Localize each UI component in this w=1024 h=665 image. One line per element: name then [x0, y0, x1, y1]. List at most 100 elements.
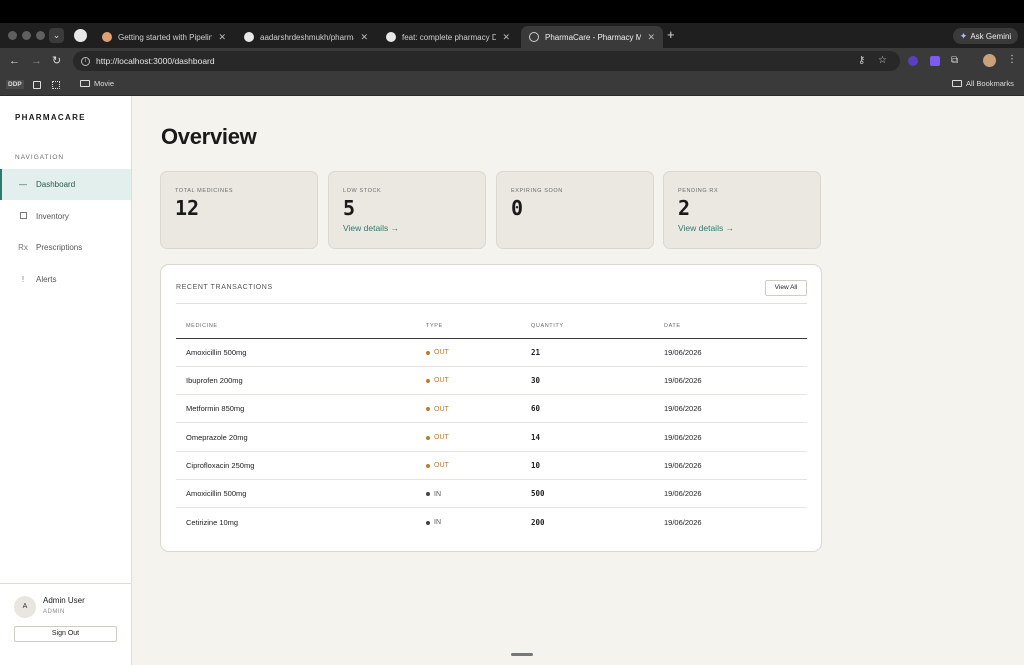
- cell-quantity: 30: [531, 366, 664, 396]
- table-row[interactable]: Cetirizine 10mg IN 200 19/06/2026: [176, 508, 807, 536]
- stat-value: 0: [511, 196, 524, 220]
- stat-card-low-stock: LOW STOCK 5 View details →: [328, 171, 486, 249]
- close-icon[interactable]: ✕: [360, 32, 368, 43]
- stat-label: EXPIRING SOON: [511, 188, 563, 194]
- table-row[interactable]: Omeprazole 20mg OUT 14 19/06/2026: [176, 422, 807, 452]
- stat-label: PENDING RX: [678, 188, 719, 194]
- sidebar-item-label: Dashboard: [36, 180, 76, 189]
- table-row[interactable]: Amoxicillin 500mg IN 500 19/06/2026: [176, 479, 807, 509]
- all-bookmarks-folder[interactable]: All Bookmarks: [952, 79, 1014, 88]
- sidebar-item-alerts[interactable]: ! Alerts: [0, 264, 131, 295]
- minimize-window-dot[interactable]: [22, 31, 31, 40]
- forward-arrow-icon[interactable]: →: [31, 54, 42, 68]
- view-details-link[interactable]: View details →: [678, 223, 734, 233]
- cell-medicine: Ibuprofen 200mg: [176, 366, 426, 396]
- cell-type: IN: [426, 479, 531, 509]
- exclamation-icon: !: [21, 275, 25, 284]
- folder-icon: [952, 80, 962, 87]
- sidebar-item-prescriptions[interactable]: Rx Prescriptions: [0, 232, 131, 263]
- nav-section-label: NAVIGATION: [15, 154, 65, 161]
- maximize-window-dot[interactable]: [36, 31, 45, 40]
- cell-quantity: 200: [531, 517, 545, 527]
- type-badge: OUT: [426, 377, 449, 384]
- transactions-body: Amoxicillin 500mg OUT 21 19/06/2026 Ibuprofe…: [176, 338, 807, 536]
- close-icon[interactable]: ✕: [218, 32, 226, 43]
- new-tab-button[interactable]: +: [667, 27, 675, 42]
- column-header-date: DATE: [664, 314, 807, 339]
- cell-date: 19/06/2026: [664, 479, 807, 509]
- bookmark-folder-movie[interactable]: Movie: [80, 79, 114, 88]
- site-info-icon[interactable]: i: [81, 56, 90, 66]
- tab-github-pr[interactable]: feat: complete pharmacy Dev ✕: [378, 26, 518, 48]
- extension-icon[interactable]: [930, 56, 940, 66]
- ddp-bookmark[interactable]: DDP: [6, 80, 24, 89]
- type-label: OUT: [434, 349, 449, 357]
- sidebar-item-label: Prescriptions: [36, 243, 83, 252]
- user-role: ADMIN: [43, 609, 65, 615]
- type-badge: IN: [426, 519, 441, 526]
- stat-value: 2: [678, 196, 691, 220]
- type-badge: OUT: [426, 462, 449, 469]
- github-icon[interactable]: [74, 29, 87, 42]
- cell-date: 19/06/2026: [664, 338, 807, 367]
- cell-type: OUT: [426, 422, 531, 452]
- close-icon[interactable]: ✕: [502, 32, 510, 43]
- extension-icon[interactable]: [908, 56, 918, 66]
- table-row[interactable]: Metformin 850mg OUT 60 19/06/2026: [176, 394, 807, 424]
- github-icon: [386, 32, 396, 42]
- cell-quantity: 21: [531, 338, 664, 367]
- cell-medicine: Cetirizine 10mg: [186, 517, 239, 527]
- recent-transactions-card: RECENT TRANSACTIONS View All MEDICINE TY…: [160, 264, 822, 552]
- status-dot-icon: [426, 435, 430, 440]
- scroll-handle[interactable]: [511, 653, 533, 656]
- bookmark-star-icon[interactable]: ☆: [878, 55, 887, 67]
- sidebar-item-dashboard[interactable]: — Dashboard: [0, 169, 131, 200]
- view-all-button[interactable]: View All: [765, 280, 807, 296]
- table-header-row: MEDICINE TYPE QUANTITY DATE: [176, 314, 807, 339]
- cell-date: 19/06/2026: [664, 517, 702, 527]
- dash-icon: —: [19, 180, 27, 189]
- password-key-icon[interactable]: ⚷: [858, 55, 865, 67]
- profile-avatar[interactable]: [983, 54, 996, 67]
- bookmark-app-icon[interactable]: [33, 81, 41, 89]
- table-row[interactable]: Ciprofloxacin 250mg OUT 10 19/06/2026: [176, 451, 807, 480]
- main-content: Overview TOTAL MEDICINES 12 LOW STOCK 5 …: [132, 96, 1024, 665]
- cell-quantity: 60: [531, 394, 664, 424]
- sign-out-button[interactable]: Sign Out: [14, 626, 117, 642]
- type-label: IN: [434, 490, 441, 498]
- type-label: OUT: [434, 405, 449, 413]
- puzzle-icon[interactable]: ⧉: [951, 55, 958, 67]
- pipeline-icon: [102, 32, 112, 42]
- apps-grid-icon[interactable]: [52, 81, 60, 89]
- address-bar[interactable]: i http://localhost:3000/dashboard: [73, 51, 900, 71]
- tab-github-repo[interactable]: aadarshrdeshmukh/pharmacy ✕: [236, 26, 376, 48]
- cell-type: OUT: [426, 366, 531, 396]
- column-header-quantity: QUANTITY: [531, 314, 664, 339]
- cell-date: 19/06/2026: [664, 422, 807, 452]
- sidebar-item-inventory[interactable]: Inventory: [0, 201, 131, 232]
- sparkle-icon: ✦: [959, 30, 968, 41]
- type-label: OUT: [434, 434, 449, 442]
- stat-card-total-medicines: TOTAL MEDICINES 12: [160, 171, 318, 249]
- tab-pipeline[interactable]: Getting started with Pipeline ✕: [94, 26, 234, 48]
- github-icon: [244, 32, 254, 42]
- type-badge: OUT: [426, 349, 449, 356]
- card-title: RECENT TRANSACTIONS: [176, 284, 273, 291]
- ask-gemini-button[interactable]: ✦ Ask Gemini: [953, 28, 1018, 44]
- view-details-link[interactable]: View details →: [343, 223, 399, 233]
- cell-quantity: 10: [531, 451, 664, 480]
- tab-pharmacare[interactable]: PharmaCare - Pharmacy Man ✕: [521, 26, 663, 48]
- menu-kebab-icon[interactable]: ⋮: [1007, 54, 1017, 65]
- table-row[interactable]: Ibuprofen 200mg OUT 30 19/06/2026: [176, 366, 807, 396]
- reload-icon[interactable]: ↻: [52, 54, 61, 68]
- close-window-dot[interactable]: [8, 31, 17, 40]
- back-arrow-icon[interactable]: ←: [9, 54, 20, 68]
- table-row[interactable]: Amoxicillin 500mg OUT 21 19/06/2026: [176, 338, 807, 367]
- type-label: OUT: [434, 462, 449, 470]
- tab-search-button[interactable]: ⌄: [49, 28, 64, 43]
- type-badge: OUT: [426, 434, 449, 441]
- status-dot-icon: [426, 520, 430, 525]
- stat-value: 12: [175, 196, 200, 220]
- close-icon[interactable]: ✕: [647, 32, 655, 43]
- bookmarks-bar: DDP Movie All Bookmarks: [0, 74, 1024, 96]
